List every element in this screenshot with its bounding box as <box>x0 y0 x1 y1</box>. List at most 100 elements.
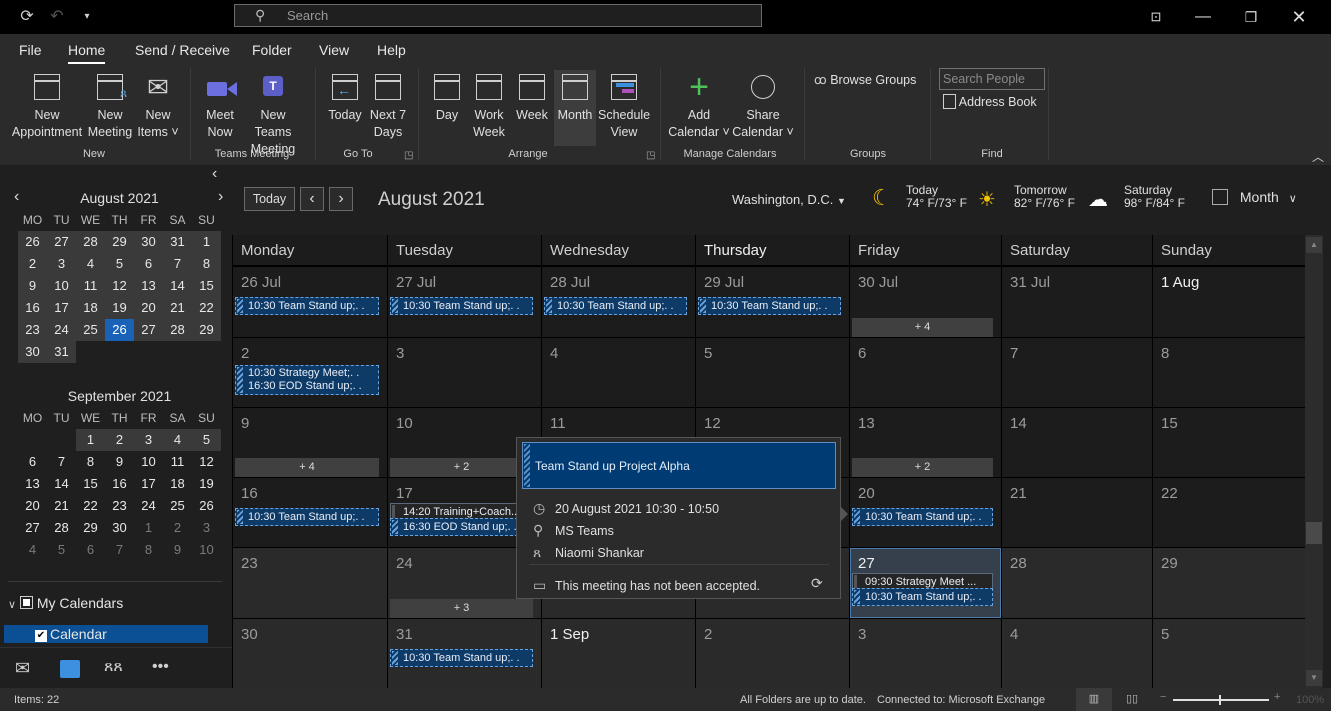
mini-calendar-day[interactable]: 11 <box>163 451 192 473</box>
mini-calendar-day[interactable]: 10 <box>47 275 76 297</box>
day-cell[interactable]: 4 <box>1002 619 1152 688</box>
calendar-event[interactable]: 10:30 Team Stand up;. . <box>235 297 379 315</box>
mini-calendar-day[interactable]: 30 <box>105 517 134 539</box>
coming-soon-icon[interactable]: ⊡ <box>1133 0 1179 34</box>
mini-calendar-day[interactable]: 11 <box>76 275 105 297</box>
weather-today[interactable]: Today 74° F/73° F <box>906 184 967 210</box>
calendar-event[interactable]: 10:30 Team Stand up;. . <box>852 588 993 606</box>
calendar-event-group[interactable]: 10:30 Strategy Meet;. . 16:30 EOD Stand u… <box>235 365 379 395</box>
mini-calendar-day[interactable]: 24 <box>134 495 163 517</box>
calendar-checkbox[interactable]: ✔ <box>35 630 47 642</box>
folder-checkbox[interactable] <box>19 596 33 609</box>
day-cell[interactable]: 21 <box>1002 478 1152 547</box>
day-cell[interactable]: 28 Jul 10:30 Team Stand up;. . <box>542 267 695 337</box>
day-cell[interactable]: 14 <box>1002 408 1152 477</box>
day-cell[interactable]: 4 <box>542 338 695 407</box>
day-cell[interactable]: 30 Jul + 4 <box>850 267 1001 337</box>
day-cell[interactable]: 31 Jul <box>1002 267 1152 337</box>
mini-calendar-day[interactable]: 28 <box>163 319 192 341</box>
mini-calendar-day[interactable]: 2 <box>18 253 47 275</box>
mini-calendar-day[interactable]: 3 <box>192 517 221 539</box>
mini-calendar-day[interactable]: 10 <box>134 451 163 473</box>
day-cell[interactable]: 3 <box>388 338 541 407</box>
add-calendar-button[interactable]: + Add Calendar ˅ <box>666 70 732 141</box>
mini-calendar-day[interactable]: 21 <box>163 297 192 319</box>
zoom-in-button[interactable]: + <box>1274 691 1280 703</box>
day-cell[interactable]: 1 Aug <box>1153 267 1305 337</box>
tab-home[interactable]: Home <box>68 42 106 64</box>
calendar-event[interactable]: 10:30 Team Stand up;. . <box>390 297 533 315</box>
mini-calendar-day[interactable]: 28 <box>47 517 76 539</box>
mini-calendar-day[interactable]: 3 <box>47 253 76 275</box>
mini-calendar-day[interactable]: 8 <box>134 539 163 561</box>
mini-calendar-day[interactable]: 6 <box>18 451 47 473</box>
mini-calendar-day[interactable]: 14 <box>163 275 192 297</box>
mini-calendar-day[interactable]: 27 <box>47 231 76 253</box>
meet-now-button[interactable]: Meet Now <box>200 70 240 141</box>
scroll-thumb[interactable] <box>1306 522 1322 544</box>
weather-saturday[interactable]: Saturday 98° F/84° F <box>1124 184 1185 210</box>
my-calendars-folder[interactable]: ∨ My Calendars <box>8 595 222 611</box>
mini-calendar-day[interactable]: 3 <box>134 429 163 451</box>
calendar-icon[interactable] <box>60 660 80 678</box>
mini-calendar-day[interactable]: 27 <box>134 319 163 341</box>
mini-calendar-day[interactable]: 15 <box>192 275 221 297</box>
work-week-view-button[interactable]: Work Week <box>469 70 509 141</box>
new-items-button[interactable]: ✉ New Items ˅ <box>136 70 180 141</box>
calendar-event[interactable]: 10:30 Team Stand up;. . <box>698 297 841 315</box>
more-events-button[interactable]: + 2 <box>852 458 993 477</box>
close-button[interactable]: ✕ <box>1276 0 1322 34</box>
more-events-button[interactable]: + 4 <box>235 458 379 477</box>
mini-calendar-day[interactable]: 22 <box>192 297 221 319</box>
day-cell[interactable]: 8 <box>1153 338 1305 407</box>
day-cell[interactable]: 13 + 2 <box>850 408 1001 477</box>
event-title[interactable]: Team Stand up Project Alpha <box>522 442 836 489</box>
next-button[interactable]: › <box>329 187 353 211</box>
refresh-icon[interactable]: ⟳ <box>811 575 823 592</box>
mini-calendar-day[interactable]: 20 <box>18 495 47 517</box>
mail-icon[interactable]: ✉ <box>15 658 30 679</box>
view-selector[interactable]: Month ∨ <box>1212 189 1297 205</box>
day-cell[interactable]: 27 Jul 10:30 Team Stand up;. . <box>388 267 541 337</box>
mini-calendar-day[interactable]: 9 <box>105 451 134 473</box>
mini-calendar-day[interactable]: 24 <box>47 319 76 341</box>
scroll-down-icon[interactable]: ▼ <box>1306 670 1322 686</box>
mini-calendar-day[interactable]: 7 <box>163 253 192 275</box>
day-cell[interactable]: 15 <box>1153 408 1305 477</box>
mini-calendar-day[interactable]: 29 <box>192 319 221 341</box>
mini-calendar-day[interactable]: 2 <box>105 429 134 451</box>
mini-calendar-day[interactable]: 5 <box>192 429 221 451</box>
mini-calendar-day[interactable]: 4 <box>18 539 47 561</box>
mini-calendar-day[interactable]: 20 <box>134 297 163 319</box>
scroll-up-icon[interactable]: ▲ <box>1306 237 1322 253</box>
weather-tomorrow[interactable]: Tomorrow 82° F/76° F <box>1014 184 1075 210</box>
people-icon[interactable]: ጸጸ <box>104 658 123 676</box>
mini-calendar-day[interactable]: 29 <box>76 517 105 539</box>
previous-button[interactable]: ‹ <box>300 187 324 211</box>
dialog-launcher-icon[interactable]: ◳ <box>646 150 655 161</box>
day-cell[interactable]: 3 <box>850 619 1001 688</box>
mini-calendar-day[interactable]: 26 <box>18 231 47 253</box>
tab-send-receive[interactable]: Send / Receive <box>135 42 230 58</box>
calendar-event[interactable]: 10:30 Strategy Meet;. . <box>248 367 378 380</box>
mini-calendar-day[interactable]: 7 <box>105 539 134 561</box>
vertical-scrollbar[interactable]: ▲ ▼ <box>1305 235 1323 688</box>
mini-calendar-day[interactable]: 17 <box>47 297 76 319</box>
mini-calendar-day[interactable]: 14 <box>47 473 76 495</box>
today-button[interactable]: ← Today <box>326 70 364 124</box>
search-input[interactable]: ⚲ Search <box>234 4 762 27</box>
mini-calendar-day[interactable]: 19 <box>105 297 134 319</box>
mini-calendar-day[interactable]: 1 <box>134 517 163 539</box>
schedule-view-button[interactable]: Schedule View <box>598 70 650 141</box>
collapse-folder-pane-icon[interactable]: ‹ <box>212 165 217 183</box>
day-cell[interactable]: 31 10:30 Team Stand up;. . <box>388 619 541 688</box>
mini-calendar-day[interactable]: 1 <box>76 429 105 451</box>
mini-calendar-day[interactable]: 6 <box>76 539 105 561</box>
more-events-button[interactable]: + 2 <box>390 458 533 477</box>
tab-file[interactable]: File <box>19 42 42 58</box>
mini-calendar-day[interactable]: 25 <box>76 319 105 341</box>
day-cell[interactable]: 6 <box>850 338 1001 407</box>
mini-calendar-day[interactable]: 2 <box>163 517 192 539</box>
mini-calendar-day[interactable]: 16 <box>105 473 134 495</box>
mini-calendar-day[interactable]: 10 <box>192 539 221 561</box>
